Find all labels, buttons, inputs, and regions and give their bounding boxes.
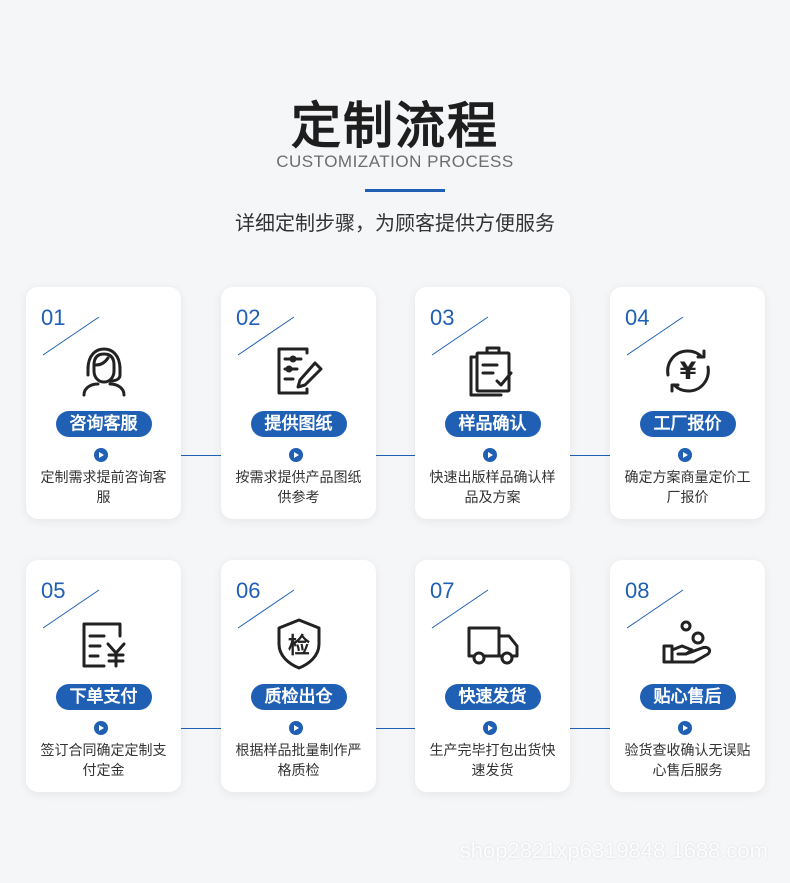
yuan-cycle-icon: ¥ xyxy=(660,343,716,399)
watermark: shop2821xp6319848.1688.com xyxy=(459,838,768,863)
step-label: 快速发货 xyxy=(444,684,541,710)
page-title: 定制流程 xyxy=(291,97,499,155)
step-description: 验货查收确认无误贴心售后服务 xyxy=(624,743,751,779)
clipboard-check-icon xyxy=(465,343,521,399)
step-label: 质检出仓 xyxy=(250,684,347,710)
timeline-line-row2 xyxy=(100,728,690,729)
timeline-dot xyxy=(289,721,303,735)
truck-icon xyxy=(465,616,521,672)
step-card-04: 04 ¥ 工厂报价 确定方案商量定价工厂报价 xyxy=(610,287,765,519)
step-card-08: 08 贴心售后 验货查收确认无误贴心售后服务 xyxy=(610,560,765,792)
timeline-dot xyxy=(678,721,692,735)
step-description: 快速出版样品确认样品及方案 xyxy=(429,470,556,506)
step-description: 根据样品批量制作严格质检 xyxy=(235,743,362,779)
timeline-dot xyxy=(94,721,108,735)
step-description: 生产完毕打包出货快速发货 xyxy=(429,743,556,779)
step-description: 确定方案商量定价工厂报价 xyxy=(624,470,751,506)
invoice-yuan-icon xyxy=(76,616,132,672)
timeline-line-row1 xyxy=(100,455,690,456)
customer-service-icon xyxy=(76,343,132,399)
timeline-dot xyxy=(678,448,692,462)
step-description: 签订合同确定定制支付定金 xyxy=(40,743,167,779)
step-card-05: 05 下单支付 签订合同确定定制支付定金 xyxy=(26,560,181,792)
step-card-06: 06 检 质检出仓 根据样品批量制作严格质检 xyxy=(221,560,376,792)
step-card-02: 02 提供图纸 按需求提供产品图纸供参考 xyxy=(221,287,376,519)
shield-check-icon: 检 xyxy=(271,616,327,672)
title-divider xyxy=(365,189,445,192)
step-label: 工厂报价 xyxy=(639,411,736,437)
step-card-07: 07 快速发货 生产完毕打包出货快速发货 xyxy=(415,560,570,792)
step-description: 定制需求提前咨询客服 xyxy=(40,470,167,506)
step-card-03: 03 样品确认 快速出版样品确认样品及方案 xyxy=(415,287,570,519)
document-pen-icon xyxy=(271,343,327,399)
step-label: 样品确认 xyxy=(444,411,541,437)
timeline-dot xyxy=(483,448,497,462)
yuan-symbol: ¥ xyxy=(679,357,696,385)
timeline-dot xyxy=(483,721,497,735)
step-label: 咨询客服 xyxy=(55,411,152,437)
page-subtitle: CUSTOMIZATION PROCESS xyxy=(276,152,514,171)
step-label: 贴心售后 xyxy=(639,684,736,710)
timeline-dot xyxy=(289,448,303,462)
step-card-01: 01 咨询客服 定制需求提前咨询客服 xyxy=(26,287,181,519)
step-label: 提供图纸 xyxy=(250,411,347,437)
inspection-char: 检 xyxy=(287,633,309,659)
timeline-dot xyxy=(94,448,108,462)
step-label: 下单支付 xyxy=(55,684,152,710)
page-tagline: 详细定制步骤，为顾客提供方便服务 xyxy=(235,211,555,235)
hand-coins-icon xyxy=(660,616,716,672)
step-description: 按需求提供产品图纸供参考 xyxy=(235,470,362,506)
